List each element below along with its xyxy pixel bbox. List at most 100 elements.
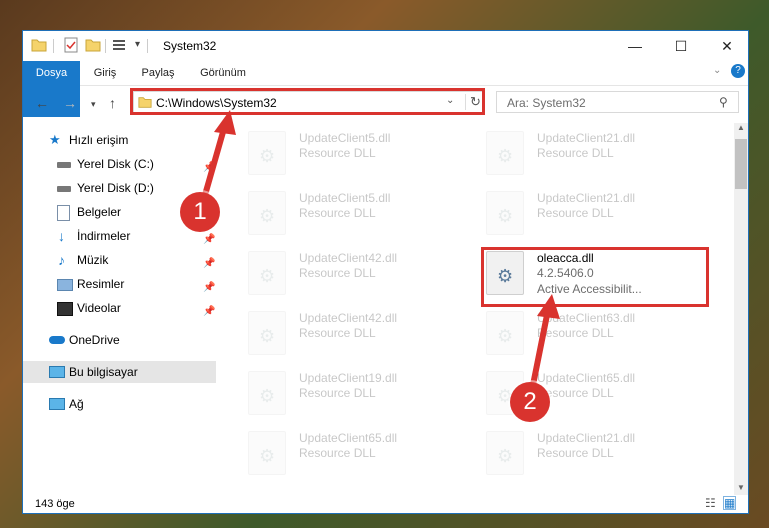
sidebar-item-label: İndirmeler: [77, 229, 131, 243]
sidebar-item-label: Resimler: [77, 277, 125, 291]
vertical-scrollbar[interactable]: ▲ ▼: [734, 123, 748, 495]
sidebar-item-label: Ağ: [69, 397, 84, 411]
file-name: UpdateClient65.dll: [537, 371, 636, 385]
tiles-view-icon[interactable]: ▦: [723, 496, 737, 510]
up-arrow-icon[interactable]: ↑: [109, 95, 116, 111]
file-item[interactable]: ⚙ UpdateClient5.dll Resource DLL: [243, 125, 473, 181]
dll-file-icon: ⚙: [486, 191, 524, 235]
help-icon[interactable]: ?: [731, 64, 745, 78]
star-icon: ★: [49, 132, 61, 147]
file-type: Resource DLL: [299, 326, 376, 340]
back-arrow-icon[interactable]: ←: [35, 95, 49, 111]
search-placeholder: Ara: System32: [507, 96, 586, 110]
file-name: UpdateClient5.dll: [299, 131, 391, 145]
gear-icon: ⚙: [259, 326, 276, 346]
separator: [53, 39, 54, 53]
file-type: Resource DLL: [299, 146, 376, 160]
file-item[interactable]: ⚙ UpdateClient65.dll Resource DLL: [243, 425, 473, 481]
file-type: Resource DLL: [537, 446, 614, 460]
file-item[interactable]: ⚙ UpdateClient21.dll Resource DLL: [481, 185, 711, 241]
gear-icon: ⚙: [259, 146, 276, 166]
navigation-bar: ← → ▾ ↑ C:\Windows\System32 ⌄ ↻ Ara: Sys…: [23, 87, 748, 119]
dll-file-icon: ⚙: [486, 431, 524, 475]
folder-icon[interactable]: [31, 37, 47, 53]
minimize-button[interactable]: —: [612, 31, 658, 61]
file-item[interactable]: ⚙ UpdateClient42.dll Resource DLL: [243, 245, 473, 301]
file-item[interactable]: ⚙ UpdateClient21.dll Resource DLL: [481, 125, 711, 181]
network-icon: [49, 398, 65, 410]
customize-icon[interactable]: [111, 37, 127, 53]
file-type: Resource DLL: [537, 146, 614, 160]
title-bar: ▾ System32 — ☐ ✕: [23, 31, 748, 61]
search-input[interactable]: Ara: System32 ⚲: [496, 91, 739, 113]
music-icon: ♪: [58, 252, 65, 268]
file-name: UpdateClient42.dll: [299, 311, 398, 325]
file-item[interactable]: ⚙ UpdateClient42.dll Resource DLL: [243, 305, 473, 361]
sidebar-item-label: Müzik: [77, 253, 109, 267]
gear-icon: ⚙: [497, 326, 514, 346]
sidebar-item-pictures[interactable]: Resimler 📌: [23, 273, 216, 295]
address-highlight-box: [130, 88, 485, 115]
sidebar-item-network[interactable]: Ağ: [23, 393, 216, 415]
documents-icon: [57, 205, 70, 221]
dropdown-icon[interactable]: ▾: [135, 39, 140, 50]
dll-file-icon: ⚙: [248, 371, 286, 415]
recent-dropdown-icon[interactable]: ▾: [91, 99, 96, 110]
scroll-up-icon[interactable]: ▲: [737, 123, 745, 132]
pictures-icon: [57, 279, 73, 291]
scrollbar-thumb[interactable]: [735, 139, 747, 189]
sidebar-item-downloads[interactable]: ↓ İndirmeler 📌: [23, 225, 216, 247]
file-item[interactable]: ⚙ UpdateClient19.dll Resource DLL: [243, 365, 473, 421]
search-icon[interactable]: ⚲: [719, 95, 728, 109]
file-item[interactable]: ⚙ UpdateClient5.dll Resource DLL: [243, 185, 473, 241]
tab-share[interactable]: Paylaş: [135, 61, 181, 85]
drive-icon: [57, 186, 71, 192]
step-1-badge: 1: [180, 192, 220, 232]
properties-icon[interactable]: [63, 37, 79, 53]
new-folder-icon[interactable]: [85, 37, 101, 53]
sidebar-item-label: Belgeler: [77, 205, 122, 219]
sidebar-item-videos[interactable]: Videolar 📌: [23, 297, 216, 319]
file-highlight-box: [481, 247, 709, 307]
sidebar-item-music[interactable]: ♪ Müzik 📌: [23, 249, 216, 271]
sidebar-item-label: Hızlı erişim: [69, 133, 129, 147]
explorer-window: ▾ System32 — ☐ ✕ Dosya Giriş Paylaş Görü…: [22, 30, 749, 514]
tab-home[interactable]: Giriş: [85, 61, 125, 85]
sidebar-item-label: Yerel Disk (C:): [77, 157, 154, 171]
sidebar-item-this-pc[interactable]: Bu bilgisayar: [23, 361, 216, 383]
sidebar-item-local-disk-c[interactable]: Yerel Disk (C:) 📌: [23, 153, 216, 175]
scroll-down-icon[interactable]: ▼: [737, 483, 745, 492]
forward-arrow-icon[interactable]: →: [63, 95, 77, 111]
item-count: 143 öge: [35, 498, 75, 510]
step-2-badge: 2: [510, 382, 550, 422]
file-item[interactable]: ⚙ UpdateClient21.dll Resource DLL: [481, 425, 711, 481]
separator: [147, 39, 148, 53]
sidebar-item-label: Videolar: [77, 301, 121, 315]
sidebar-item-onedrive[interactable]: OneDrive: [23, 329, 216, 351]
gear-icon: ⚙: [259, 386, 276, 406]
file-name: UpdateClient21.dll: [537, 431, 636, 445]
tab-view[interactable]: Görünüm: [193, 61, 253, 85]
pin-icon: 📌: [203, 234, 216, 245]
file-type: Resource DLL: [299, 386, 376, 400]
file-name: UpdateClient21.dll: [537, 191, 636, 205]
sidebar-item-label: Bu bilgisayar: [69, 365, 138, 379]
gear-icon: ⚙: [497, 446, 514, 466]
file-name: UpdateClient19.dll: [299, 371, 398, 385]
sidebar-item-quick-access[interactable]: ★ Hızlı erişim: [23, 129, 216, 151]
file-name: UpdateClient21.dll: [537, 131, 636, 145]
maximize-button[interactable]: ☐: [658, 31, 704, 61]
pin-icon: 📌: [203, 258, 216, 269]
navigation-pane: ★ Hızlı erişim Yerel Disk (C:) 📌 Yerel D…: [23, 123, 216, 483]
separator: [105, 39, 106, 53]
dll-file-icon: ⚙: [486, 311, 524, 355]
file-type: Resource DLL: [299, 446, 376, 460]
videos-icon: [57, 302, 73, 316]
gear-icon: ⚙: [259, 206, 276, 226]
close-button[interactable]: ✕: [704, 31, 750, 61]
file-item[interactable]: ⚙ UpdateClient63.dll Resource DLL: [481, 305, 711, 361]
gear-icon: ⚙: [497, 146, 514, 166]
pin-icon: 📌: [203, 306, 216, 317]
details-view-icon[interactable]: ☷: [705, 496, 716, 510]
expand-ribbon-icon[interactable]: ⌄: [713, 65, 721, 76]
